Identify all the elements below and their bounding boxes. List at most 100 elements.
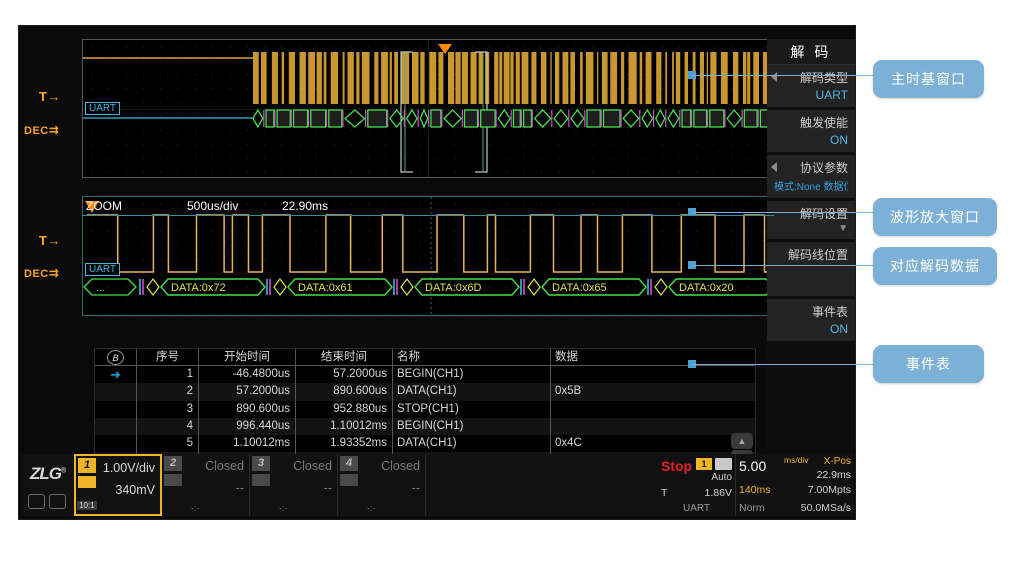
channel-offset: 340mV (115, 483, 155, 497)
xpos-label: X-Pos (824, 456, 851, 467)
trigger-mode: Auto (711, 472, 732, 483)
channel-list: 110:11.00V/div340mV2Closed---:-3Closed--… (74, 454, 426, 516)
channel-scale: 1.00V/div (103, 461, 155, 475)
menu-item-label: 解码类型 (774, 69, 848, 86)
cell-index: 2 (137, 383, 199, 400)
decode-menu-panel: 解 码 解码类型UART触发使能ON协议参数模式:None 数据位解码设置▼解码… (767, 39, 855, 471)
channel-offset: -- (324, 481, 332, 495)
menu-item-3[interactable]: 解码设置▼ (767, 201, 855, 239)
channel-scale: Closed (205, 459, 244, 473)
lead-decode-data (692, 265, 874, 266)
zoom-trigger-marker: T→ (39, 233, 61, 248)
zlg-logo: ZLG® (30, 464, 65, 484)
acquisition-mode: Norm (739, 502, 765, 514)
decode-packet-row[interactable]: ...DATA:0x72DATA:0x61DATA:0x6DDATA:0x65D… (82, 276, 774, 298)
table-row[interactable]: 4996.440us1.10012msBEGIN(CH1) (95, 418, 755, 435)
menu-item-2[interactable]: 协议参数模式:None 数据位 (767, 155, 855, 198)
channel-scale: Closed (381, 459, 420, 473)
lead-event-table (692, 364, 874, 365)
channel-coupling-icon (252, 474, 270, 486)
cell-data (551, 401, 755, 418)
menu-title: 解 码 (767, 39, 855, 65)
trigger-source: 1 (696, 458, 712, 470)
selected-row-arrow: ➜ (110, 367, 121, 382)
col-header-index: 序号 (137, 349, 199, 365)
screenshot-root: T→ DEC⇉ UART (0, 0, 1024, 574)
cell-end-time: 57.2000us (296, 366, 393, 383)
cell-index: 5 (137, 435, 199, 452)
event-table-header: B 序号 开始时间 结束时间 名称 数据 (95, 349, 755, 366)
cell-name: BEGIN(CH1) (393, 418, 551, 435)
menu-item-5[interactable]: 事件表ON (767, 299, 855, 341)
main-waveform-area[interactable]: UART (82, 39, 774, 178)
menu-item-label: 协议参数 (774, 159, 848, 176)
menu-item-label: 触发使能 (774, 114, 848, 131)
cell-name: DATA(CH1) (393, 435, 551, 452)
trigger-level: 1.86V (705, 487, 732, 499)
timebase-unit: ms/div (784, 456, 809, 465)
menu-item-value: ON (774, 133, 848, 147)
channel-scale: Closed (293, 459, 332, 473)
refresh-icon-cell[interactable]: B (95, 349, 137, 365)
zoom-decode-marker: DEC⇉ (24, 266, 59, 280)
table-row[interactable]: 51.10012ms1.93352msDATA(CH1)0x4C (95, 435, 755, 452)
brand-logo-cell: ZLG® (22, 454, 74, 516)
channel-values: Closed---:- (364, 454, 425, 516)
callout-main-timebase-window: 主时基窗口 (873, 60, 984, 98)
chevron-left-icon (771, 72, 777, 82)
menu-item-1[interactable]: 触发使能 ON (767, 110, 855, 152)
table-row[interactable]: 3890.600us952.880usSTOP(CH1) (95, 401, 755, 418)
callout-event-table: 事件表 (873, 345, 984, 383)
channel-offset: -- (412, 481, 420, 495)
channel-4-box[interactable]: 4Closed---:- (338, 454, 426, 516)
menu-item-value: ON (774, 322, 848, 336)
scroll-up-button[interactable]: ▲ (731, 433, 753, 449)
main-trigger-marker: T→ (39, 89, 61, 104)
cell-name: BEGIN(CH1) (393, 366, 551, 383)
measure-icon[interactable] (49, 494, 66, 509)
table-row[interactable]: ➜1-46.4800us57.2000usBEGIN(CH1) (95, 366, 755, 383)
cell-start-time: 996.440us (199, 418, 296, 435)
oscilloscope-screen: T→ DEC⇉ UART (18, 25, 856, 520)
timebase-status-box[interactable]: 5.00 ms/div X-Pos 22.9ms 140ms 7.00Mpts … (736, 454, 854, 516)
decode-packets-svg: ...DATA:0x72DATA:0x61DATA:0x6DDATA:0x65D… (82, 276, 774, 298)
cell-end-time: 1.93352ms (296, 435, 393, 452)
channel-dash: -:- (279, 503, 288, 513)
channel-2-box[interactable]: 2Closed---:- (162, 454, 250, 516)
row-marker (95, 435, 137, 452)
callout-decode-data: 对应解码数据 (873, 247, 997, 285)
magnifier-icon[interactable] (28, 494, 45, 509)
cell-start-time: 1.10012ms (199, 435, 296, 452)
refresh-icon[interactable]: B (107, 350, 124, 365)
svg-text:DATA:0x72: DATA:0x72 (171, 282, 226, 294)
channel-probe-ratio: 10:1 (77, 501, 97, 510)
row-marker: ➜ (95, 366, 137, 383)
channel-3-box[interactable]: 3 Closed -- -:- (250, 454, 338, 516)
menu-item-4[interactable]: 解码线位置 (767, 242, 855, 296)
channel-values: Closed---:- (188, 454, 249, 516)
svg-text:...: ... (96, 282, 105, 294)
channel-coupling-icon (78, 476, 96, 488)
channel-coupling-icon (340, 474, 358, 486)
status-spacer (426, 454, 658, 516)
lead-main-window (692, 75, 874, 76)
menu-item-list: 解码类型UART 触发使能 ON 协议参数模式:None 数据位解码设置▼解码线位置事… (767, 65, 855, 341)
trigger-protocol: UART (658, 503, 735, 514)
channel-number: 1 (78, 458, 96, 473)
row-marker (95, 401, 137, 418)
channel-indicator[interactable]: 3 (250, 454, 276, 516)
main-bus-tag: UART (85, 102, 120, 115)
svg-text:DATA:0x65: DATA:0x65 (552, 282, 607, 294)
channel-indicator[interactable]: 1 10:1 (76, 456, 102, 514)
table-row[interactable]: 257.2000us890.600usDATA(CH1)0x5B (95, 383, 755, 400)
channel-1-box[interactable]: 1 10:1 1.00V/div 340mV (74, 454, 162, 516)
channel-indicator[interactable]: 2 (162, 454, 188, 516)
event-table[interactable]: B 序号 开始时间 结束时间 名称 数据 ➜1-46.4800us57.2000… (94, 348, 756, 470)
sample-rate: 50.0MSa/s (801, 502, 851, 514)
menu-item-0[interactable]: 解码类型UART (767, 65, 855, 107)
delay-value: 140ms (739, 484, 771, 496)
memory-depth: 7.00Mpts (808, 484, 851, 496)
channel-indicator[interactable]: 4 (338, 454, 364, 516)
chevron-left-icon (771, 162, 777, 172)
trigger-status-box[interactable]: Stop 1 Auto T 1.86V UART (658, 454, 736, 516)
